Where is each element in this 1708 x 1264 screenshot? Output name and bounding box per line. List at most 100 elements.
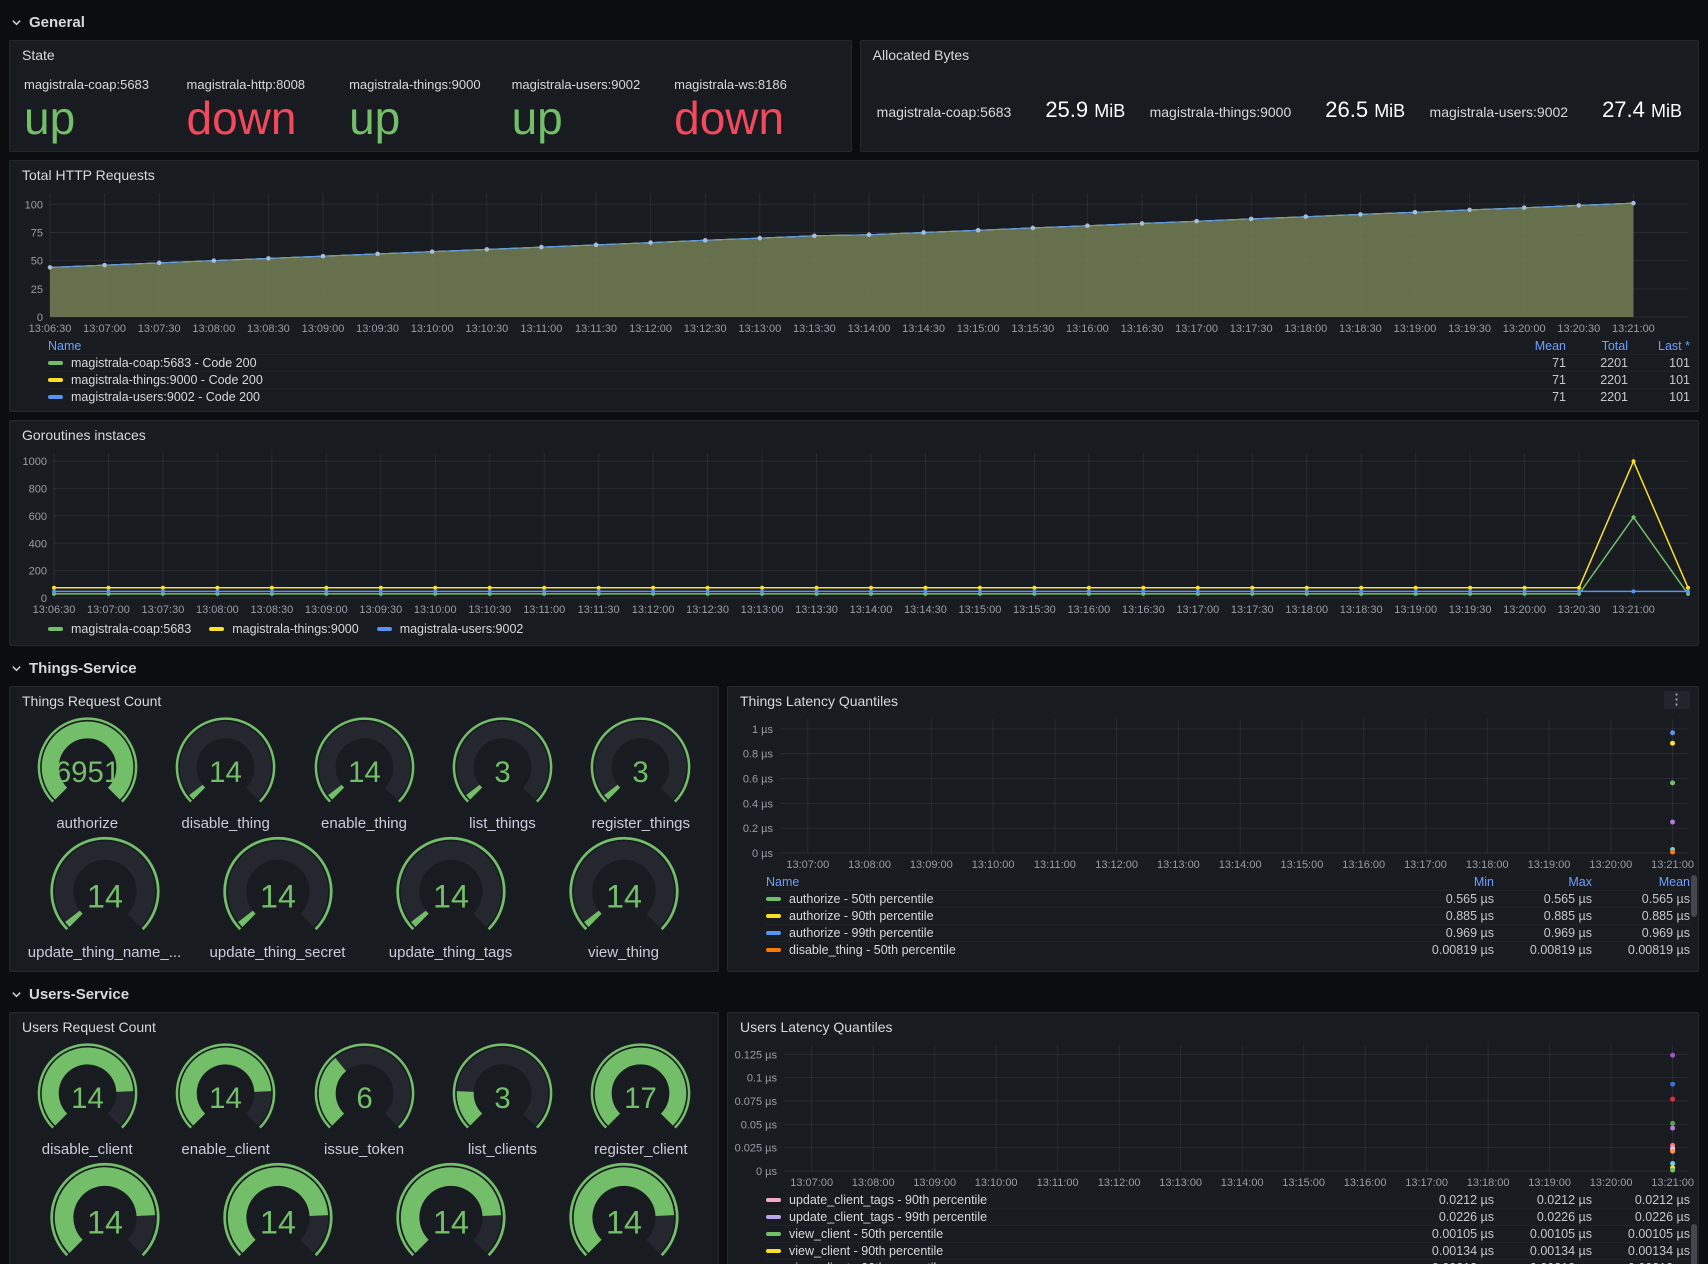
http-requests-chart[interactable]: 13:06:3013:07:0013:07:3013:08:0013:08:30… (10, 187, 1698, 337)
legend-value: 0.885 µs (1592, 909, 1690, 923)
data-point (1670, 1126, 1675, 1131)
x-tick-label: 13:15:00 (1282, 1177, 1325, 1189)
legend-series-label[interactable]: authorize - 99th percentile (789, 926, 1396, 940)
section-header-general[interactable]: General (11, 8, 1699, 36)
y-tick-label: 0.1 µs (747, 1073, 778, 1085)
gauge-value-arc (473, 790, 476, 794)
legend-item[interactable]: magistrala-things:9000 (209, 622, 358, 636)
x-tick-label: 13:21:00 (1651, 1177, 1694, 1189)
panel-title[interactable]: Things Request Count (22, 693, 161, 709)
x-tick-label: 13:08:00 (196, 604, 239, 616)
gauge-label: authorize (56, 815, 118, 832)
legend-row[interactable]: view_client - 50th percentile0.00105 µs0… (766, 1225, 1690, 1242)
legend-name-header[interactable]: Name (48, 339, 1504, 353)
legend-series-label[interactable]: authorize - 50th percentile (789, 892, 1396, 906)
x-tick-label: 13:10:30 (465, 323, 508, 335)
x-tick-label: 13:11:30 (575, 323, 617, 335)
legend-row[interactable]: magistrala-things:9000 - Code 2007122011… (48, 371, 1690, 388)
panel-title[interactable]: Allocated Bytes (873, 47, 970, 63)
legend-col-header[interactable]: Max (1494, 875, 1592, 889)
legend-row[interactable]: view_client - 99th percentile0.00212 µs0… (766, 1259, 1690, 1264)
series-swatch-icon (377, 627, 392, 631)
state-stat-label: magistrala-things:9000 (349, 77, 512, 92)
legend-value: 0.00134 µs (1592, 1244, 1690, 1258)
x-tick-label: 13:07:00 (790, 1177, 833, 1189)
legend-series-label: magistrala-things:9000 (232, 622, 358, 636)
x-tick-label: 13:16:00 (1066, 323, 1109, 335)
legend-col-header[interactable]: Total (1566, 339, 1628, 353)
panel-title[interactable]: Goroutines instaces (22, 427, 146, 443)
legend-row[interactable]: disable_thing - 50th percentile0.00819 µ… (766, 941, 1690, 958)
legend-series-label[interactable]: update_client_tags - 99th percentile (789, 1210, 1396, 1224)
legend-row[interactable]: magistrala-users:9002 - Code 20071220110… (48, 388, 1690, 405)
gauge: 14disable_client (18, 1039, 156, 1158)
legend-row[interactable]: authorize - 99th percentile0.969 µs0.969… (766, 924, 1690, 941)
legend-series-label[interactable]: view_client - 90th percentile (789, 1244, 1396, 1258)
chevron-down-icon (11, 17, 22, 28)
y-tick-label: 0.6 µs (743, 774, 774, 786)
legend-value: 0.00134 µs (1396, 1244, 1494, 1258)
legend-col-header[interactable]: Mean (1592, 875, 1690, 889)
state-stat: magistrala-users:9002up (512, 77, 675, 142)
legend-value: 71 (1504, 356, 1566, 370)
legend-row[interactable]: update_client_tags - 99th percentile0.02… (766, 1208, 1690, 1225)
legend-series-label[interactable]: magistrala-users:9002 - Code 200 (71, 390, 1504, 404)
x-tick-label: 13:10:00 (972, 859, 1015, 871)
section-header-users-service[interactable]: Users-Service (11, 980, 1699, 1008)
legend-item[interactable]: magistrala-users:9002 (377, 622, 524, 636)
x-tick-label: 13:09:00 (910, 859, 953, 871)
x-tick-label: 13:20:00 (1589, 859, 1632, 871)
series-swatch-icon (48, 361, 63, 365)
legend-item[interactable]: magistrala-coap:5683 (48, 622, 191, 636)
data-point (651, 589, 655, 593)
legend-scrollbar[interactable] (1691, 1224, 1697, 1264)
legend-row[interactable]: view_client - 90th percentile0.00134 µs0… (766, 1242, 1690, 1259)
legend-series-label[interactable]: authorize - 90th percentile (789, 909, 1396, 923)
things-latency-chart[interactable]: 13:07:0013:08:0013:09:0013:10:0013:11:00… (728, 713, 1698, 873)
gauge-value-arc (196, 790, 199, 794)
panel-menu-icon[interactable]: ⋮ (1664, 691, 1690, 709)
data-point (1359, 589, 1363, 593)
legend-series-label[interactable]: magistrala-coap:5683 - Code 200 (71, 356, 1504, 370)
legend-col-header[interactable]: Mean (1504, 339, 1566, 353)
panel-title[interactable]: Total HTTP Requests (22, 167, 155, 183)
data-point (1194, 219, 1199, 224)
data-point (1140, 221, 1145, 226)
series-swatch-icon (48, 627, 63, 631)
legend-row[interactable]: authorize - 90th percentile0.885 µs0.885… (766, 907, 1690, 924)
gauge: 14enable_thing (295, 713, 433, 832)
panel-title[interactable]: Users Request Count (22, 1019, 156, 1035)
legend-series-label[interactable]: magistrala-things:9000 - Code 200 (71, 373, 1504, 387)
data-point (921, 230, 926, 235)
panel-title[interactable]: State (22, 47, 55, 63)
legend-row[interactable]: update_client_tags - 90th percentile 0.02… (766, 1191, 1690, 1208)
data-point (433, 586, 437, 590)
legend-col-header[interactable]: Last * (1628, 339, 1690, 353)
legend-scrollbar[interactable] (1691, 875, 1697, 917)
legend-value: 101 (1628, 373, 1690, 387)
x-tick-label: 13:17:00 (1405, 1177, 1448, 1189)
section-header-things-service[interactable]: Things-Service (11, 654, 1699, 682)
x-tick-label: 13:09:30 (359, 604, 402, 616)
data-point (594, 243, 599, 248)
data-point (815, 586, 819, 590)
panel-title[interactable]: Users Latency Quantiles (740, 1019, 893, 1035)
legend-series-label[interactable]: update_client_tags - 90th percentile (789, 1193, 1396, 1207)
legend-row[interactable]: authorize - 50th percentile0.565 µs0.565… (766, 890, 1690, 907)
allocated-stat-unit: MiB (1094, 101, 1125, 121)
panel-title[interactable]: Things Latency Quantiles (740, 693, 898, 709)
users-latency-chart[interactable]: 13:07:0013:08:0013:09:0013:10:0013:11:00… (728, 1039, 1698, 1191)
x-tick-label: 13:20:00 (1503, 323, 1546, 335)
allocated-stats: magistrala-coap:568325.9 MiBmagistrala-t… (861, 67, 1698, 123)
legend-value: 0.0212 µs (1494, 1193, 1592, 1207)
goroutines-chart[interactable]: 13:06:3013:07:0013:07:3013:08:0013:08:30… (10, 447, 1698, 618)
legend-name-header[interactable]: Name (766, 875, 1396, 889)
legend-series-label[interactable]: view_client - 50th percentile (789, 1227, 1396, 1241)
legend-row[interactable]: magistrala-coap:5683 - Code 200712201101 (48, 354, 1690, 371)
legend-series-label[interactable]: disable_thing - 50th percentile (789, 943, 1396, 957)
x-tick-label: 13:19:00 (1394, 604, 1437, 616)
legend-col-header[interactable]: Min (1396, 875, 1494, 889)
legend-value: 101 (1628, 390, 1690, 404)
y-tick-label: 1 µs (752, 724, 774, 736)
data-point (433, 589, 437, 593)
